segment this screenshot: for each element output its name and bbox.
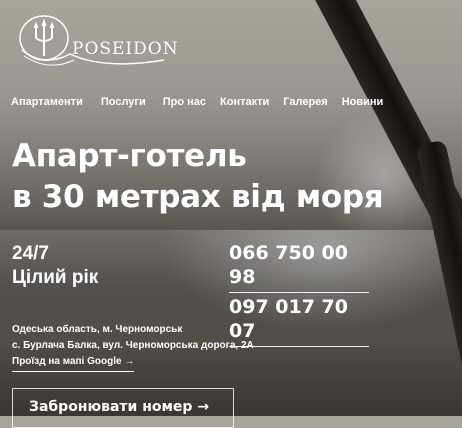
address-line1: Одеська область, м. Черноморськ xyxy=(12,324,183,335)
nav-item-about[interactable]: Про нас xyxy=(163,96,206,108)
site-logo[interactable]: POSEIDON xyxy=(14,10,184,74)
nav-item-contacts[interactable]: Контакти xyxy=(220,96,269,108)
nav-item-apartments[interactable]: Апартаменти xyxy=(11,96,83,108)
book-room-button[interactable]: Забронювати номер → xyxy=(12,388,234,428)
opening-hours: 24/7 Цілий рік xyxy=(12,242,98,290)
hours-line2: Цілий рік xyxy=(12,267,99,288)
phone-link-1[interactable]: 066 750 00 98 xyxy=(229,241,369,293)
nav-item-news[interactable]: Новини xyxy=(342,96,384,108)
address-block: Одеська область, м. Черноморськ с. Бурла… xyxy=(12,322,254,372)
logo-text: POSEIDON xyxy=(72,39,179,59)
main-navigation: Апартаменти Послуги Про нас Контакти Гал… xyxy=(11,96,383,108)
hero-title-line2: в 30 метрах від моря xyxy=(12,179,384,215)
hours-line1: 24/7 xyxy=(12,243,49,264)
nav-item-services[interactable]: Послуги xyxy=(101,96,146,108)
address-line2: с. Бурлача Балка, вул. Черноморська доро… xyxy=(12,340,254,351)
map-route-link[interactable]: Проїзд на мапі Google → xyxy=(12,354,135,372)
hero-title-line1: Апарт-готель xyxy=(12,138,247,174)
nav-item-gallery[interactable]: Галерея xyxy=(283,96,327,108)
hero-title: Апарт-готель в 30 метрах від моря xyxy=(12,136,384,218)
